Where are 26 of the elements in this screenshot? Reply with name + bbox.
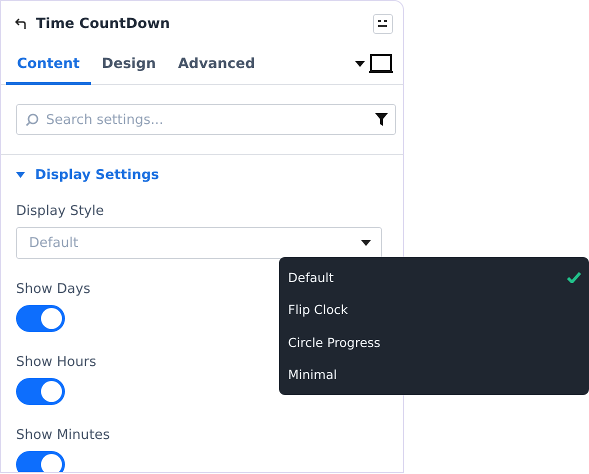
- menu-item[interactable]: Minimal: [279, 358, 589, 391]
- tab[interactable]: Design: [90, 52, 167, 85]
- filter-icon[interactable]: [375, 113, 388, 126]
- back-icon[interactable]: [15, 18, 27, 30]
- menu-item[interactable]: Circle Progress: [279, 326, 589, 358]
- caret-icon: [361, 240, 371, 246]
- desktop-icon[interactable]: [369, 54, 393, 74]
- field-label: Show Days: [16, 281, 92, 297]
- search-field[interactable]: Search settings...: [16, 104, 396, 135]
- caret-icon: [16, 172, 25, 178]
- panel-title: Time CountDown: [36, 16, 171, 32]
- layout-toggle-button[interactable]: [373, 14, 393, 34]
- section-header[interactable]: Display Settings: [16, 167, 160, 183]
- menu-item[interactable]: Default: [279, 261, 589, 294]
- field-label: Show Hours: [16, 354, 98, 370]
- field-label: Display Style: [16, 203, 105, 219]
- caret-icon[interactable]: [355, 61, 365, 67]
- tab[interactable]: Advanced: [166, 52, 266, 85]
- menu-item[interactable]: Flip Clock: [279, 294, 589, 326]
- tab[interactable]: Content: [6, 52, 91, 85]
- layout-icon: [377, 19, 389, 29]
- toggle-switch[interactable]: [16, 451, 65, 472]
- field-label: Show Minutes: [16, 427, 111, 443]
- toggle-switch[interactable]: [16, 378, 65, 405]
- toggle-switch[interactable]: [16, 305, 65, 332]
- search-icon: [25, 113, 39, 127]
